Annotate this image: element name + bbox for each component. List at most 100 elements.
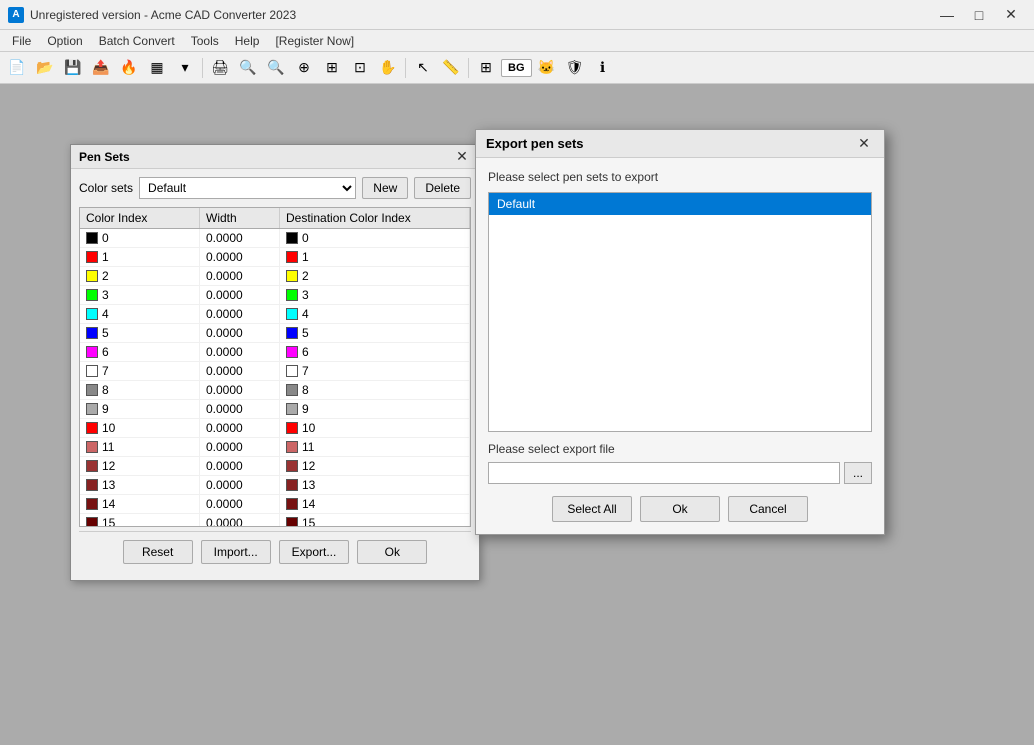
src-index: 8: [102, 383, 109, 397]
export-ok-button[interactable]: Ok: [640, 496, 720, 522]
toolbar-zoom-out[interactable]: 🔍: [235, 55, 261, 81]
toolbar-new[interactable]: 📄: [4, 55, 30, 81]
src-color-swatch: [86, 384, 98, 396]
export-file-input[interactable]: [488, 462, 840, 484]
width-value: 0.0000: [206, 250, 243, 264]
dst-index: 11: [302, 440, 314, 454]
toolbar-save[interactable]: 💾: [60, 55, 86, 81]
table-row[interactable]: 12 0.0000 12: [80, 457, 470, 476]
dst-index: 3: [302, 288, 309, 302]
dst-color-cell: 0: [280, 229, 470, 247]
table-row[interactable]: 4 0.0000 4: [80, 305, 470, 324]
color-sets-select[interactable]: Default: [139, 177, 356, 199]
toolbar-info[interactable]: ℹ: [590, 55, 616, 81]
menu-tools[interactable]: Tools: [183, 32, 227, 50]
toolbar-shield[interactable]: 🛡: [562, 55, 588, 81]
toolbar-pan[interactable]: ✋: [375, 55, 401, 81]
toolbar-cat[interactable]: 🐱: [534, 55, 560, 81]
dst-index: 4: [302, 307, 309, 321]
toolbar-zoom-extents[interactable]: ⊞: [319, 55, 345, 81]
new-button[interactable]: New: [362, 177, 408, 199]
close-button[interactable]: ✕: [996, 0, 1026, 30]
toolbar-flame[interactable]: 🔥: [116, 55, 142, 81]
reset-button[interactable]: Reset: [123, 540, 193, 564]
import-button[interactable]: Import...: [201, 540, 271, 564]
toolbar-measure[interactable]: 📏: [438, 55, 464, 81]
menu-register[interactable]: [Register Now]: [267, 32, 362, 50]
table-row[interactable]: 11 0.0000 11: [80, 438, 470, 457]
export-button[interactable]: Export...: [279, 540, 350, 564]
src-index: 2: [102, 269, 109, 283]
toolbar-export[interactable]: 📤: [88, 55, 114, 81]
export-list-item-default[interactable]: Default: [489, 193, 871, 215]
table-row[interactable]: 5 0.0000 5: [80, 324, 470, 343]
toolbar-zoom-fit[interactable]: ⊡: [347, 55, 373, 81]
ok-button[interactable]: Ok: [357, 540, 427, 564]
src-color-cell: 5: [80, 324, 200, 342]
table-row[interactable]: 0 0.0000 0: [80, 229, 470, 248]
dst-color-swatch: [286, 327, 298, 339]
table-row[interactable]: 14 0.0000 14: [80, 495, 470, 514]
export-content: Please select pen sets to export Default…: [476, 158, 884, 534]
src-color-cell: 2: [80, 267, 200, 285]
width-cell: 0.0000: [200, 381, 280, 399]
table-row[interactable]: 9 0.0000 9: [80, 400, 470, 419]
table-row[interactable]: 7 0.0000 7: [80, 362, 470, 381]
cancel-button[interactable]: Cancel: [728, 496, 808, 522]
menu-batch-convert[interactable]: Batch Convert: [91, 32, 183, 50]
menu-file[interactable]: File: [4, 32, 39, 50]
maximize-button[interactable]: □: [964, 0, 994, 30]
toolbar-print[interactable]: 🖨: [207, 55, 233, 81]
menu-option[interactable]: Option: [39, 32, 90, 50]
width-cell: 0.0000: [200, 476, 280, 494]
select-all-button[interactable]: Select All: [552, 496, 632, 522]
toolbar-zoom-window[interactable]: ⊕: [291, 55, 317, 81]
src-color-cell: 4: [80, 305, 200, 323]
dst-index: 1: [302, 250, 309, 264]
pen-sets-footer: Reset Import... Export... Ok: [79, 531, 471, 572]
export-browse-button[interactable]: ...: [844, 462, 872, 484]
dst-color-swatch: [286, 479, 298, 491]
width-cell: 0.0000: [200, 514, 280, 527]
table-row[interactable]: 13 0.0000 13: [80, 476, 470, 495]
toolbar-grid[interactable]: ⊞: [473, 55, 499, 81]
dst-color-cell: 12: [280, 457, 470, 475]
color-sets-row: Color sets Default New Delete: [79, 177, 471, 199]
dst-index: 7: [302, 364, 309, 378]
toolbar-select[interactable]: ↖: [410, 55, 436, 81]
src-color-swatch: [86, 441, 98, 453]
menu-bar: File Option Batch Convert Tools Help [Re…: [0, 30, 1034, 52]
table-row[interactable]: 6 0.0000 6: [80, 343, 470, 362]
dst-index: 6: [302, 345, 309, 359]
dst-color-swatch: [286, 365, 298, 377]
toolbar-dropdown-arrow[interactable]: ▾: [172, 55, 198, 81]
dst-index: 0: [302, 231, 309, 245]
toolbar-zoom-in-1[interactable]: 🔍: [263, 55, 289, 81]
table-row[interactable]: 8 0.0000 8: [80, 381, 470, 400]
width-cell: 0.0000: [200, 400, 280, 418]
table-row[interactable]: 1 0.0000 1: [80, 248, 470, 267]
dst-color-swatch: [286, 270, 298, 282]
width-cell: 0.0000: [200, 248, 280, 266]
src-color-swatch: [86, 327, 98, 339]
table-row[interactable]: 15 0.0000 15: [80, 514, 470, 527]
delete-button[interactable]: Delete: [414, 177, 471, 199]
src-color-swatch: [86, 365, 98, 377]
src-color-swatch: [86, 403, 98, 415]
src-color-cell: 0: [80, 229, 200, 247]
dst-color-cell: 14: [280, 495, 470, 513]
title-bar: A Unregistered version - Acme CAD Conver…: [0, 0, 1034, 30]
table-row[interactable]: 3 0.0000 3: [80, 286, 470, 305]
pen-sets-close-button[interactable]: ✕: [453, 148, 471, 166]
toolbar-open[interactable]: 📂: [32, 55, 58, 81]
table-row[interactable]: 10 0.0000 10: [80, 419, 470, 438]
export-close-button[interactable]: ✕: [854, 134, 874, 154]
toolbar-layers[interactable]: ▦: [144, 55, 170, 81]
toolbar-bg-button[interactable]: BG: [501, 59, 532, 77]
table-row[interactable]: 2 0.0000 2: [80, 267, 470, 286]
src-index: 1: [102, 250, 109, 264]
minimize-button[interactable]: —: [932, 0, 962, 30]
menu-help[interactable]: Help: [227, 32, 268, 50]
dst-index: 9: [302, 402, 309, 416]
export-list[interactable]: Default: [488, 192, 872, 432]
